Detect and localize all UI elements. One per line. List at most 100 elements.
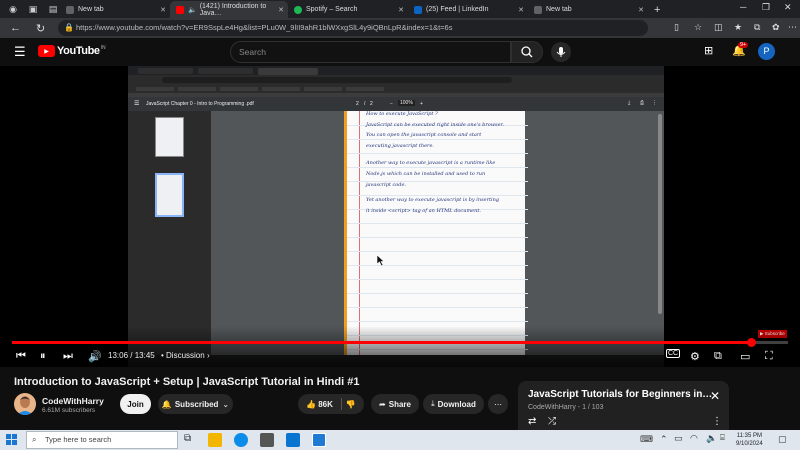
taskbar-search-input[interactable]: ⌕ Type here to search [26, 431, 178, 449]
keyboard-icon[interactable]: ⌨ [640, 434, 653, 445]
close-icon[interactable]: ✕ [710, 389, 720, 403]
notebook-line: JavaScript can be executed right inside … [366, 122, 504, 128]
bookmark [346, 87, 384, 91]
inner-bookmarks-bar [128, 85, 664, 93]
chapter-title[interactable]: Discussion [166, 351, 205, 360]
search-icon: ⌕ [32, 435, 37, 444]
rule-line [347, 265, 528, 266]
fullscreen-icon[interactable]: ⛶ [765, 350, 773, 363]
rule-line [347, 223, 528, 224]
search-button[interactable] [511, 41, 543, 63]
previous-icon[interactable]: ⏮ [16, 350, 26, 363]
file-explorer-icon[interactable] [208, 433, 222, 447]
task-view-icon[interactable]: ⧉ [184, 433, 191, 444]
video-progress-bar[interactable] [12, 338, 788, 347]
rule-line [347, 195, 528, 196]
close-icon[interactable]: ✕ [278, 6, 284, 14]
channel-avatar[interactable] [14, 393, 36, 415]
address-bar[interactable]: 🔒 https://www.youtube.com/watch?v=ER9Ssp… [58, 20, 648, 36]
maximize-icon[interactable]: ❐ [762, 2, 770, 13]
mail-icon[interactable] [286, 433, 300, 447]
playlist-title[interactable]: JavaScript Tutorials for Beginners in… [528, 389, 712, 400]
share-label: Share [388, 399, 411, 409]
tab-actions-icon[interactable]: ▤ [46, 2, 60, 16]
extensions-icon[interactable]: ✿ [772, 22, 780, 33]
notification-center-icon[interactable]: ▢ [778, 434, 787, 445]
collections-icon[interactable]: ⧉ [754, 22, 760, 33]
favorites-icon[interactable]: ★ [734, 22, 742, 33]
progress-scrubber[interactable] [746, 338, 756, 347]
video-player[interactable]: ☰ JavaScript Chapter 0 - Intro to Progra… [0, 66, 800, 367]
subscribed-button[interactable]: 🔔 Subscribed ⌄ [158, 394, 233, 414]
split-screen-icon[interactable]: ◫ [714, 22, 723, 33]
back-icon[interactable]: ← [10, 22, 21, 34]
browser-tab[interactable]: Spotify – Search ✕ [288, 1, 408, 18]
workspaces-icon[interactable]: ▣ [26, 2, 40, 16]
next-icon[interactable]: ⏭ [63, 350, 73, 363]
voice-search-button[interactable] [551, 42, 571, 62]
share-button[interactable]: ➦ Share [371, 394, 419, 414]
chevron-right-icon[interactable]: › [207, 351, 210, 360]
inner-tab-active [258, 68, 318, 75]
more-icon[interactable]: ⋯ [788, 22, 797, 33]
minimize-icon[interactable]: ─ [740, 2, 746, 12]
browser-tab[interactable]: (25) Feed | LinkedIn ✕ [408, 1, 528, 18]
store-icon[interactable] [260, 433, 274, 447]
youtube-logo[interactable]: ▶ YouTube IN [38, 45, 106, 57]
speaker-icon[interactable]: 🔈 [188, 6, 197, 14]
hamburger-menu-icon[interactable]: ☰ [14, 44, 26, 60]
download-button[interactable]: ⤓ Download [423, 394, 484, 414]
theater-mode-icon[interactable]: ▭ [740, 350, 750, 363]
favorite-star-icon[interactable]: ☆ [694, 22, 702, 33]
miniplayer-icon[interactable]: ⧉ [714, 350, 722, 363]
more-actions-button[interactable]: ⋯ [488, 394, 508, 414]
tab-label: New tab [546, 6, 572, 13]
windows-start-icon[interactable] [6, 434, 17, 445]
bookmark [262, 87, 300, 91]
subscribed-label: Subscribed [174, 399, 219, 409]
more-vertical-icon[interactable]: ⋮ [712, 416, 722, 427]
battery-icon[interactable]: ▭ [674, 433, 683, 444]
volume-icon[interactable]: 🔊 [88, 350, 102, 363]
like-button[interactable]: 👍 86K [306, 400, 333, 409]
close-icon[interactable]: ✕ [398, 6, 404, 14]
browser-tab-active[interactable]: 🔈 (1421) Introduction to Java… ✕ [170, 1, 288, 18]
controls-gradient [0, 326, 800, 367]
browser-tab[interactable]: New tab ✕ [60, 1, 170, 18]
rule-line [347, 237, 528, 238]
system-clock[interactable]: 11:35 PM 9/10/2024 [736, 432, 763, 448]
dislike-button[interactable]: 👎 [346, 400, 356, 409]
app-icon[interactable] [312, 433, 326, 447]
close-icon[interactable]: ✕ [518, 6, 524, 14]
refresh-icon[interactable]: ↻ [36, 22, 45, 35]
chevron-up-icon[interactable]: ⌃ [660, 434, 668, 445]
language-icon[interactable]: ⌸ [720, 433, 725, 443]
join-button[interactable]: Join [120, 394, 151, 414]
pause-icon[interactable]: ⏸ [40, 350, 46, 363]
pdf-page-separator: / [364, 101, 366, 107]
captions-icon[interactable]: CC [666, 349, 681, 358]
create-video-icon[interactable]: ⊞ [704, 44, 713, 57]
playlist-panel[interactable]: JavaScript Tutorials for Beginners in… C… [518, 381, 729, 430]
settings-gear-icon[interactable]: ⚙ [690, 350, 700, 363]
wifi-icon[interactable]: ◠ [690, 433, 698, 444]
edge-browser-icon[interactable] [234, 433, 248, 447]
loop-icon[interactable]: ⇄ [528, 416, 536, 427]
avatar[interactable]: P [758, 43, 775, 60]
browser-tab[interactable]: New tab ✕ [528, 1, 648, 18]
close-icon[interactable]: ✕ [638, 6, 644, 14]
notebook-line: javascript code. [366, 182, 407, 188]
volume-icon[interactable]: 🔈 [706, 433, 717, 444]
new-tab-button[interactable]: + [648, 1, 666, 18]
bookmark [136, 87, 174, 91]
channel-name[interactable]: CodeWithHarry [42, 396, 104, 406]
close-icon[interactable]: ✕ [160, 6, 166, 14]
progress-played [12, 341, 751, 344]
notebook-line: Node.js which can be installed and used … [366, 171, 486, 177]
reading-view-icon[interactable]: ▯ [674, 22, 679, 33]
shuffle-icon[interactable]: ⤮ [548, 416, 556, 427]
inner-url-field [162, 77, 512, 83]
close-window-icon[interactable]: ✕ [784, 2, 792, 13]
search-input[interactable]: Search [230, 41, 511, 63]
profile-icon[interactable]: ◉ [6, 2, 20, 16]
